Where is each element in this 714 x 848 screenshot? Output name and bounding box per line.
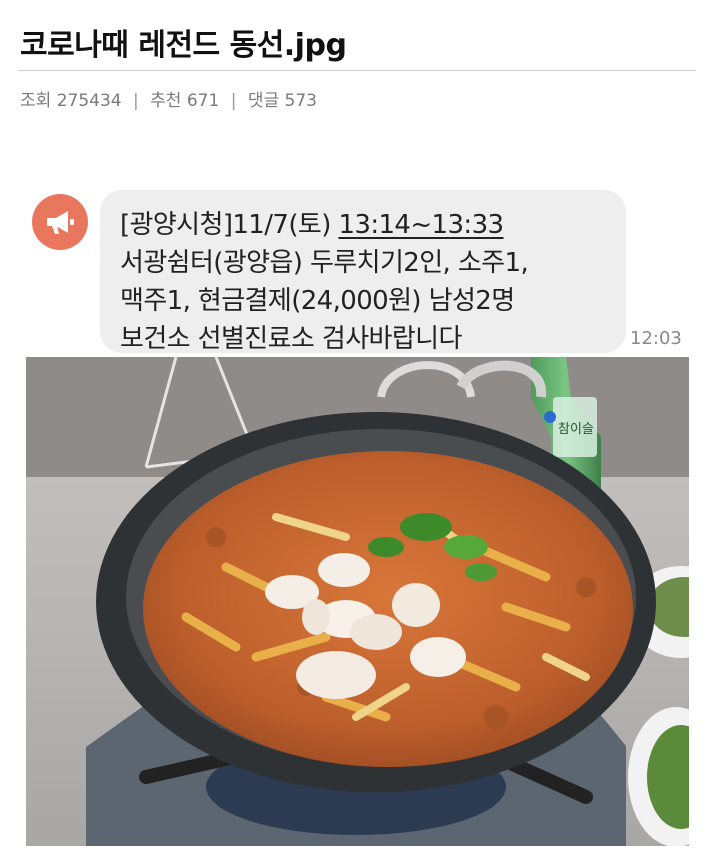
soju-bottle-label: 참이슬 bbox=[558, 422, 594, 437]
message-bubble: [광양시청]11/7(토) 13:14~13:33 서광쉼터(광양읍) 두루치기… bbox=[100, 190, 626, 354]
recommend-label: 추천 bbox=[150, 91, 182, 111]
title-divider bbox=[18, 70, 696, 71]
recommend-count: 671 bbox=[186, 91, 220, 111]
meta-separator: | bbox=[230, 91, 237, 111]
post-image[interactable]: [광양시청]11/7(토) 13:14~13:33 서광쉼터(광양읍) 두루치기… bbox=[26, 174, 689, 846]
message-line-4: 보건소 선별진료소 검사바랍니다 bbox=[120, 324, 462, 354]
message-line-1-time: 13:14~13:33 bbox=[338, 210, 504, 240]
comments-count: 573 bbox=[284, 91, 317, 111]
message-line-3: 맥주1, 현금결제(24,000원) 남성2명 bbox=[120, 286, 515, 316]
post-title: 코로나때 레전드 동선.jpg bbox=[20, 28, 347, 63]
message-line-1-prefix: [광양시청]11/7(토) bbox=[120, 210, 339, 240]
message-time: 12:03 bbox=[630, 328, 682, 349]
post-meta: 조회 275434 | 추천 671 | 댓글 573 bbox=[20, 86, 317, 111]
alert-message-card: [광양시청]11/7(토) 13:14~13:33 서광쉼터(광양읍) 두루치기… bbox=[26, 174, 689, 357]
meta-separator: | bbox=[133, 91, 139, 111]
food-photo: 참이슬 bbox=[26, 357, 689, 846]
message-line-2: 서광쉼터(광양읍) 두루치기2인, 소주1, bbox=[120, 248, 529, 278]
comments-label: 댓글 bbox=[247, 91, 280, 111]
views-label: 조회 bbox=[20, 91, 52, 111]
message-line-1: [광양시청]11/7(토) 13:14~13:33 bbox=[120, 204, 504, 241]
megaphone-icon bbox=[32, 194, 88, 250]
views-count: 275434 bbox=[56, 91, 122, 111]
